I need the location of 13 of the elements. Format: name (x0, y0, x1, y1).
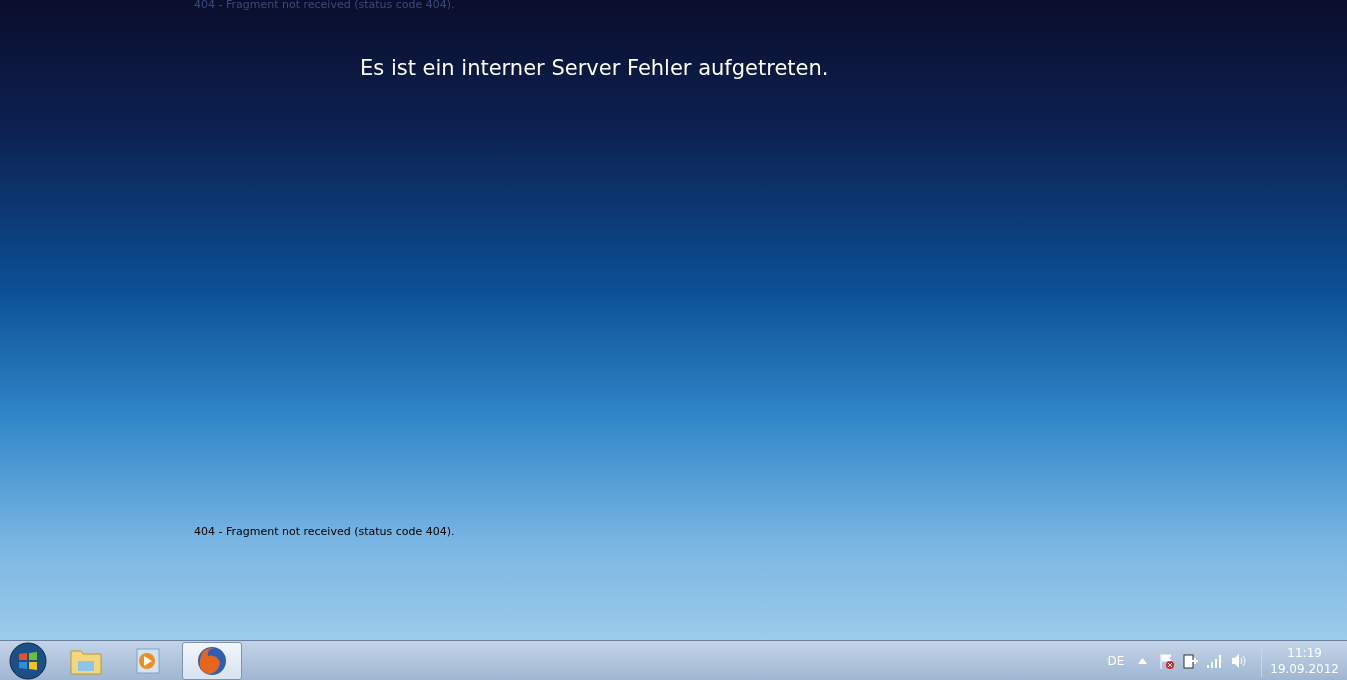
show-hidden-icons-icon[interactable] (1138, 657, 1148, 664)
taskbar-button[interactable] (182, 641, 242, 680)
flag-icon[interactable] (1159, 652, 1176, 669)
error-message: 404 - Fragment not received (status code 404). (194, 524, 455, 540)
power-plug-icon[interactable] (1183, 652, 1200, 669)
clock[interactable]: 11:19 19.09.2012 (1261, 644, 1347, 677)
globe-fox-icon (196, 644, 228, 677)
error-heading: Es ist ein interner Server Fehler aufgetreten. (360, 55, 829, 82)
start-button[interactable] (9, 641, 47, 680)
language-indicator[interactable]: DE (1107, 651, 1125, 670)
network-signal-icon[interactable] (1207, 653, 1224, 668)
speaker-icon[interactable] (1231, 652, 1248, 669)
error-message: 404 - Fragment not received (status code 404). (194, 0, 455, 13)
